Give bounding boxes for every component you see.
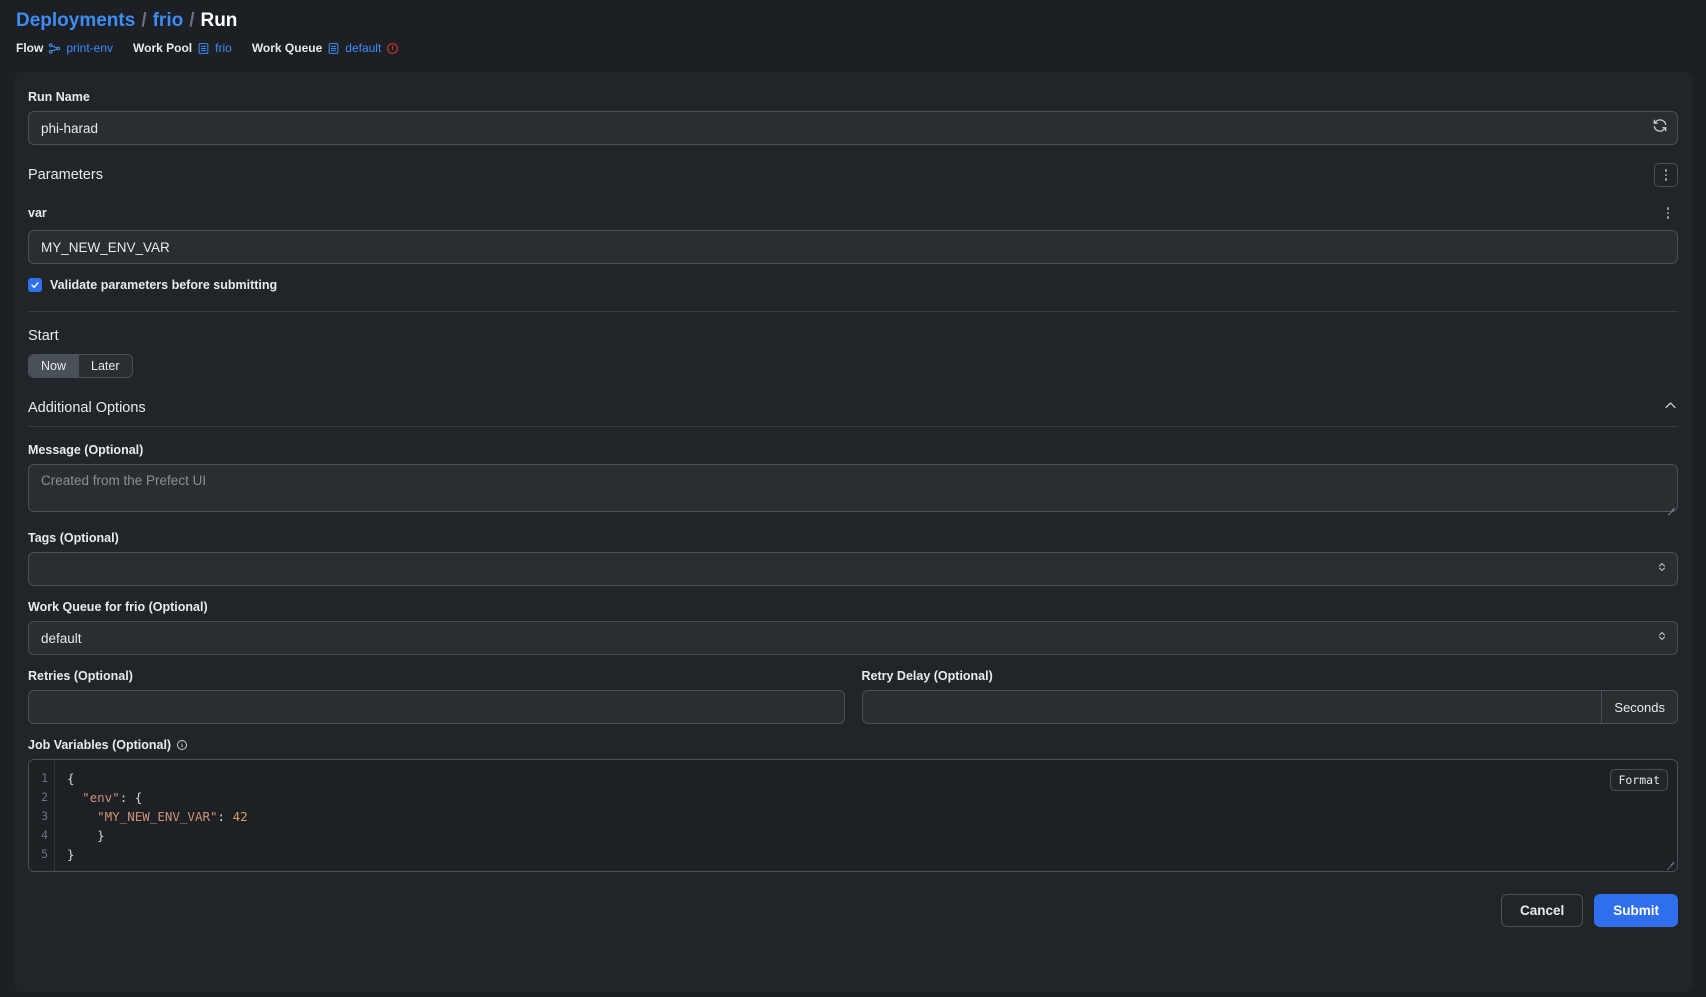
- start-option-later[interactable]: Later: [78, 355, 132, 377]
- editor-token: }: [67, 847, 75, 862]
- breadcrumb-deployments-link[interactable]: Deployments: [16, 8, 135, 34]
- work-queue-value-link[interactable]: default: [345, 40, 381, 56]
- run-name-label: Run Name: [28, 90, 90, 104]
- editor-line: "env": {: [67, 788, 1677, 807]
- editor-token: {: [67, 771, 75, 786]
- editor-resize-handle[interactable]: [1665, 859, 1675, 869]
- start-section: Start Now Later: [28, 328, 1678, 378]
- breadcrumb: Deployments / frio / Run: [16, 8, 1690, 34]
- format-button[interactable]: Format: [1610, 769, 1668, 791]
- validate-parameters-row[interactable]: Validate parameters before submitting: [28, 278, 1678, 292]
- work-queue-field: Work Queue for frio (Optional): [28, 600, 1678, 655]
- message-field: Message (Optional): [28, 443, 1678, 517]
- parameter-var-label: var: [28, 206, 47, 220]
- editor-line: "MY_NEW_ENV_VAR": 42: [67, 807, 1677, 826]
- flow-icon: [48, 42, 61, 55]
- cancel-button[interactable]: Cancel: [1500, 894, 1584, 927]
- retry-delay-input[interactable]: [861, 690, 1602, 724]
- line-number: 5: [41, 847, 48, 861]
- start-title: Start: [28, 328, 59, 344]
- breadcrumb-separator-1: /: [141, 10, 147, 31]
- editor-token: }: [97, 828, 105, 843]
- editor-token: 42: [232, 809, 248, 824]
- info-icon[interactable]: [176, 739, 188, 751]
- job-variables-editor[interactable]: 1 2 3 4 5 { "env": { "MY_NEW_ENV_VAR": 4…: [28, 759, 1678, 872]
- start-toggle-group[interactable]: Now Later: [28, 354, 133, 378]
- breadcrumb-separator-2: /: [189, 10, 195, 31]
- tags-input[interactable]: [28, 552, 1678, 586]
- message-resize-handle[interactable]: [1666, 505, 1675, 514]
- work-queue-meta: Work Queue default: [252, 40, 400, 56]
- breadcrumb-metadata: Flow print-env Work Pool frio Work Queue: [16, 40, 1690, 56]
- line-number: 2: [41, 790, 48, 804]
- work-pool-label: Work Pool: [133, 41, 193, 55]
- breadcrumb-deployment-link[interactable]: frio: [153, 8, 184, 34]
- editor-token: "env": [82, 790, 120, 805]
- validate-parameters-checkbox[interactable]: [28, 278, 42, 292]
- form-actions: Cancel Submit: [28, 894, 1678, 927]
- additional-options-title: Additional Options: [28, 400, 146, 416]
- retry-delay-label: Retry Delay (Optional): [861, 669, 993, 683]
- work-queue-select[interactable]: [28, 621, 1678, 655]
- retries-label: Retries (Optional): [28, 669, 133, 683]
- parameter-var-header: var: [28, 203, 1678, 223]
- message-textarea[interactable]: [28, 464, 1678, 512]
- editor-line: {: [67, 769, 1677, 788]
- retries-row: Retries (Optional) Retry Delay (Optional…: [28, 669, 1678, 724]
- retry-delay-field: Retry Delay (Optional) Seconds: [861, 669, 1678, 724]
- job-variables-label: Job Variables (Optional): [28, 738, 172, 752]
- parameters-section-header: Parameters: [28, 163, 1678, 187]
- work-pool-icon: [197, 42, 210, 55]
- run-name-field: Run Name: [28, 90, 1678, 145]
- job-variables-field: Job Variables (Optional) 1 2 3 4 5 { "en…: [28, 738, 1678, 872]
- editor-line: }: [67, 845, 1677, 864]
- retry-delay-unit: Seconds: [1601, 690, 1678, 724]
- additional-options-header[interactable]: Additional Options: [28, 398, 1678, 418]
- editor-line: }: [67, 826, 1677, 845]
- work-queue-icon: [327, 42, 340, 55]
- editor-token: : {: [119, 790, 143, 805]
- parameter-var-menu-button[interactable]: [1658, 203, 1678, 223]
- work-pool-value-link[interactable]: frio: [215, 40, 232, 56]
- parameter-var-input-wrap: [28, 230, 1678, 264]
- tags-label: Tags (Optional): [28, 531, 119, 545]
- kebab-icon: [1664, 169, 1668, 181]
- page-title: Run: [200, 10, 238, 31]
- flow-value-link[interactable]: print-env: [66, 40, 113, 56]
- line-number: 4: [41, 828, 48, 842]
- retries-field: Retries (Optional): [28, 669, 845, 724]
- chevron-up-icon[interactable]: [1663, 398, 1678, 418]
- tags-field: Tags (Optional): [28, 531, 1678, 586]
- work-queue-label: Work Queue: [251, 41, 323, 55]
- regenerate-name-icon[interactable]: [1652, 118, 1668, 139]
- start-option-now[interactable]: Now: [29, 355, 79, 377]
- parameter-var-input[interactable]: [28, 230, 1678, 264]
- submit-button[interactable]: Submit: [1594, 894, 1678, 927]
- flow-label: Flow: [16, 41, 44, 55]
- run-name-input[interactable]: [28, 111, 1678, 145]
- editor-token: "MY_NEW_ENV_VAR": [97, 809, 218, 824]
- editor-token: :: [217, 809, 233, 824]
- parameters-title: Parameters: [28, 167, 103, 183]
- run-form-card: Run Name Parameters var: [14, 72, 1692, 992]
- retries-input[interactable]: [28, 690, 845, 724]
- message-label: Message (Optional): [28, 443, 144, 457]
- parameters-menu-button[interactable]: [1654, 163, 1678, 187]
- kebab-icon: [1666, 207, 1670, 219]
- job-variables-label-row: Job Variables (Optional): [28, 738, 1678, 752]
- flow-meta: Flow print-env: [16, 40, 113, 56]
- editor-code-content[interactable]: { "env": { "MY_NEW_ENV_VAR": 42 }}: [55, 760, 1677, 871]
- editor-gutter: 1 2 3 4 5: [29, 760, 55, 871]
- work-queue-field-label: Work Queue for frio (Optional): [28, 600, 208, 614]
- work-queue-unhealthy-icon: [386, 42, 399, 55]
- line-number: 3: [41, 809, 48, 823]
- divider-after-parameters: [28, 311, 1678, 312]
- work-pool-meta: Work Pool frio: [133, 40, 232, 56]
- line-number: 1: [41, 771, 48, 785]
- divider-after-additional-options: [28, 426, 1678, 427]
- validate-parameters-label: Validate parameters before submitting: [50, 278, 278, 292]
- page-header: Deployments / frio / Run Flow print-env …: [0, 0, 1706, 66]
